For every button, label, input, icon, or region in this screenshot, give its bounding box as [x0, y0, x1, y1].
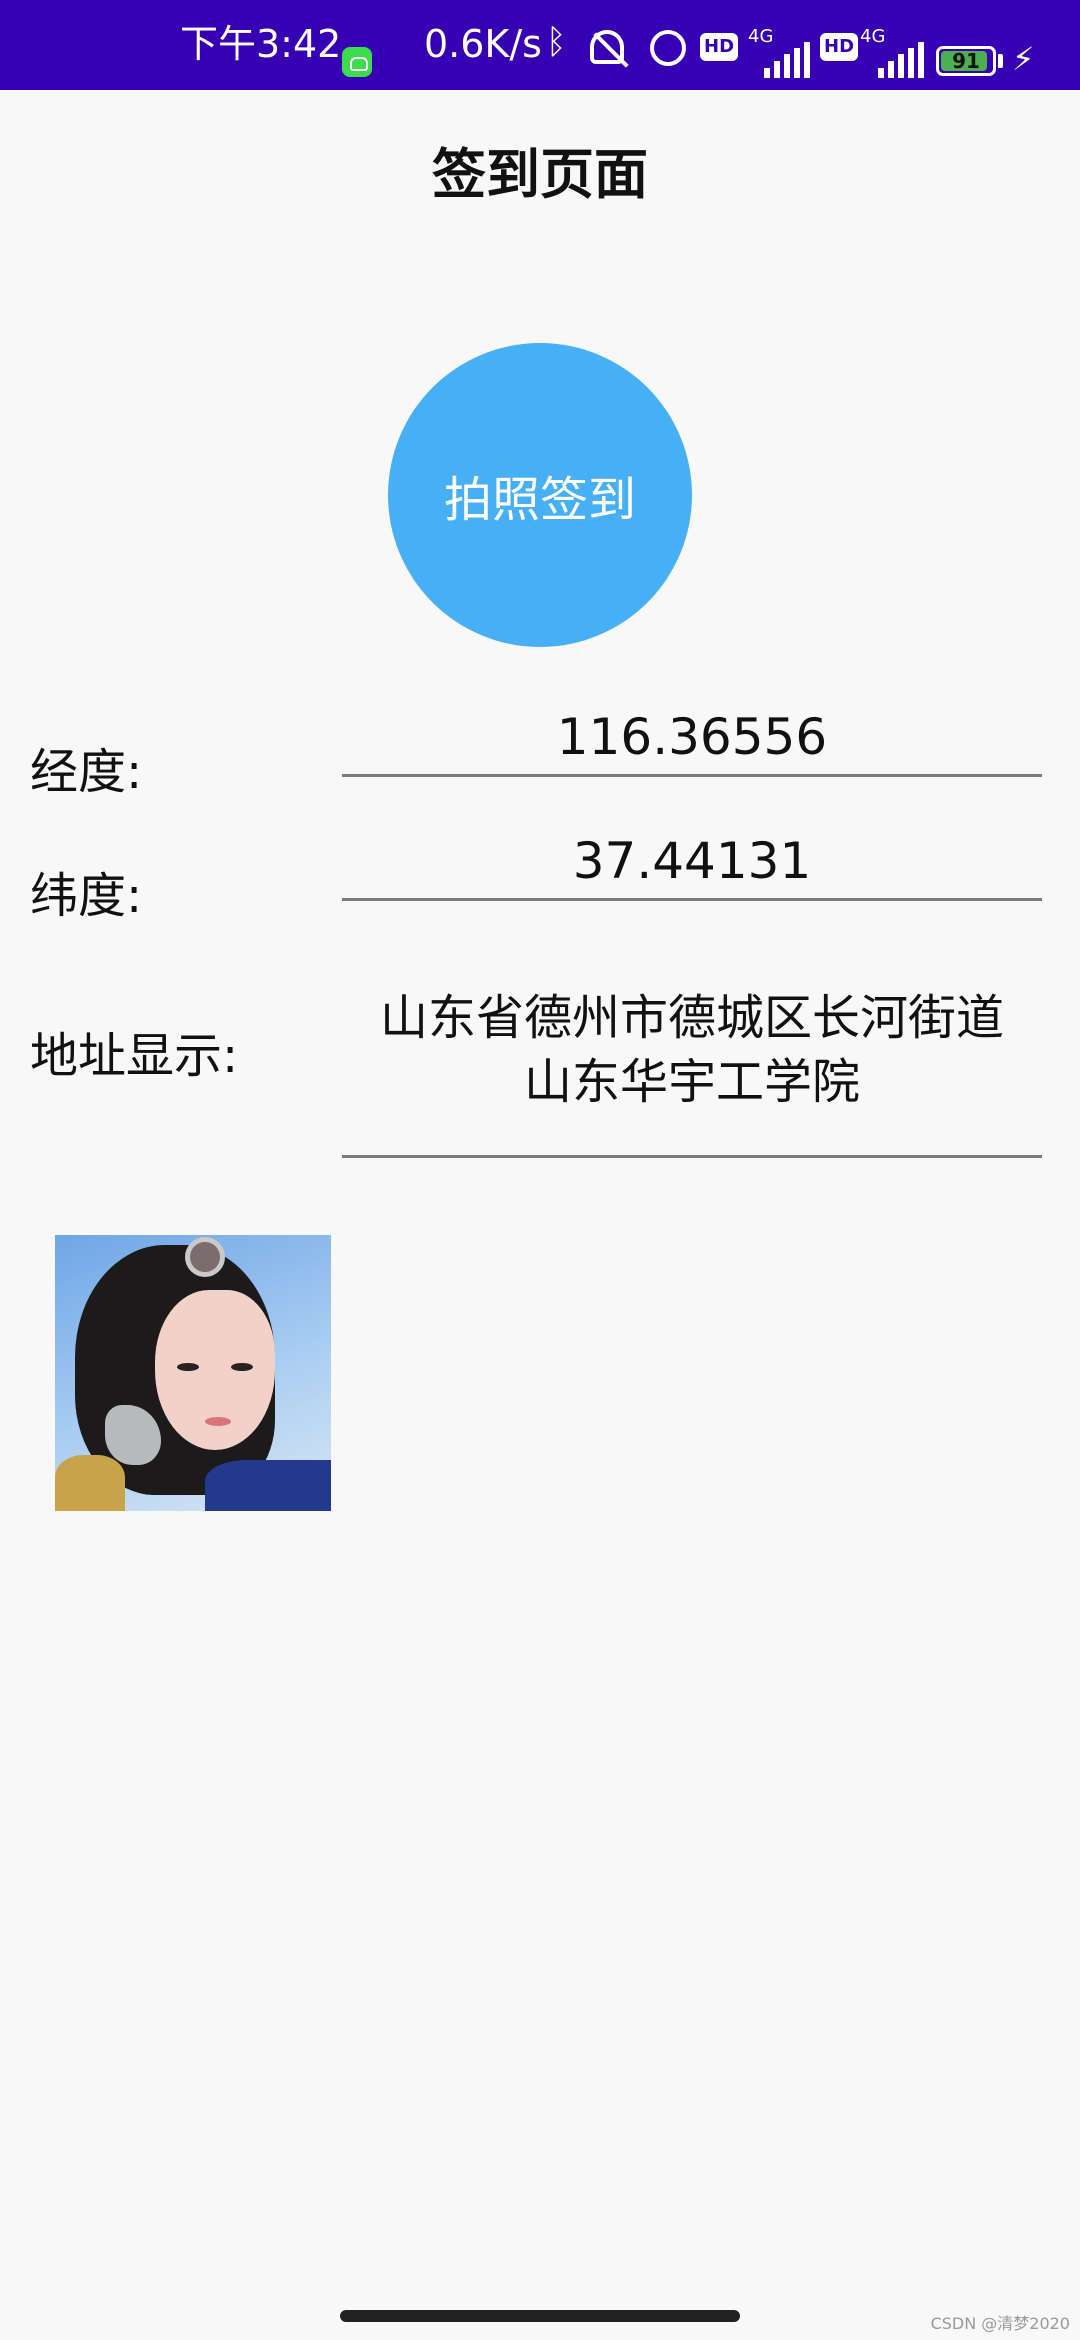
- photo-eye: [231, 1363, 253, 1371]
- battery-level: 91: [952, 49, 980, 73]
- app-notification-icon: [342, 47, 372, 77]
- photo-lips: [205, 1417, 231, 1426]
- latitude-underline: [342, 898, 1042, 901]
- checkin-photo: [55, 1235, 331, 1511]
- alarm-icon: [650, 30, 686, 66]
- address-field[interactable]: 山东省德州市德城区长河街道 山东华宇工学院: [342, 986, 1042, 1114]
- watermark: CSDN @清梦2020: [930, 2314, 1070, 2333]
- longitude-label: 经度:: [30, 744, 143, 800]
- status-bar: 下午3:42 0.6K/s ᛒ HD 4G HD 4G 91 ⚡: [0, 0, 1080, 90]
- charging-icon: ⚡: [1012, 40, 1035, 78]
- bluetooth-icon: ᛒ: [546, 22, 567, 62]
- address-line-1: 山东省德州市德城区长河街道: [379, 990, 1004, 1046]
- photo-collar: [205, 1460, 331, 1511]
- battery-icon: 91: [936, 46, 996, 76]
- photo-head-ornament: [185, 1237, 225, 1277]
- address-underline: [342, 1155, 1042, 1158]
- hd-icon: HD: [700, 33, 739, 61]
- mute-icon: [590, 30, 624, 64]
- address-line-2: 山东华宇工学院: [523, 1054, 860, 1110]
- latitude-field[interactable]: 37.44131: [342, 832, 1042, 890]
- photo-face: [155, 1290, 275, 1450]
- photo-eye: [177, 1363, 199, 1371]
- home-indicator[interactable]: [340, 2310, 740, 2322]
- latitude-label: 纬度:: [30, 868, 143, 924]
- longitude-underline: [342, 774, 1042, 777]
- status-time: 下午3:42: [180, 22, 342, 66]
- address-label: 地址显示:: [30, 1028, 239, 1084]
- signal-icon: [878, 42, 926, 78]
- network-speed: 0.6K/s: [424, 22, 542, 66]
- signal-icon: [764, 42, 812, 78]
- photo-gold-ornament: [55, 1455, 125, 1511]
- page-title: 签到页面: [432, 143, 648, 206]
- battery-tip: [998, 54, 1003, 68]
- photo-checkin-button[interactable]: 拍照签到: [388, 343, 692, 647]
- hd-icon: HD: [820, 33, 859, 61]
- longitude-field[interactable]: 116.36556: [342, 708, 1042, 766]
